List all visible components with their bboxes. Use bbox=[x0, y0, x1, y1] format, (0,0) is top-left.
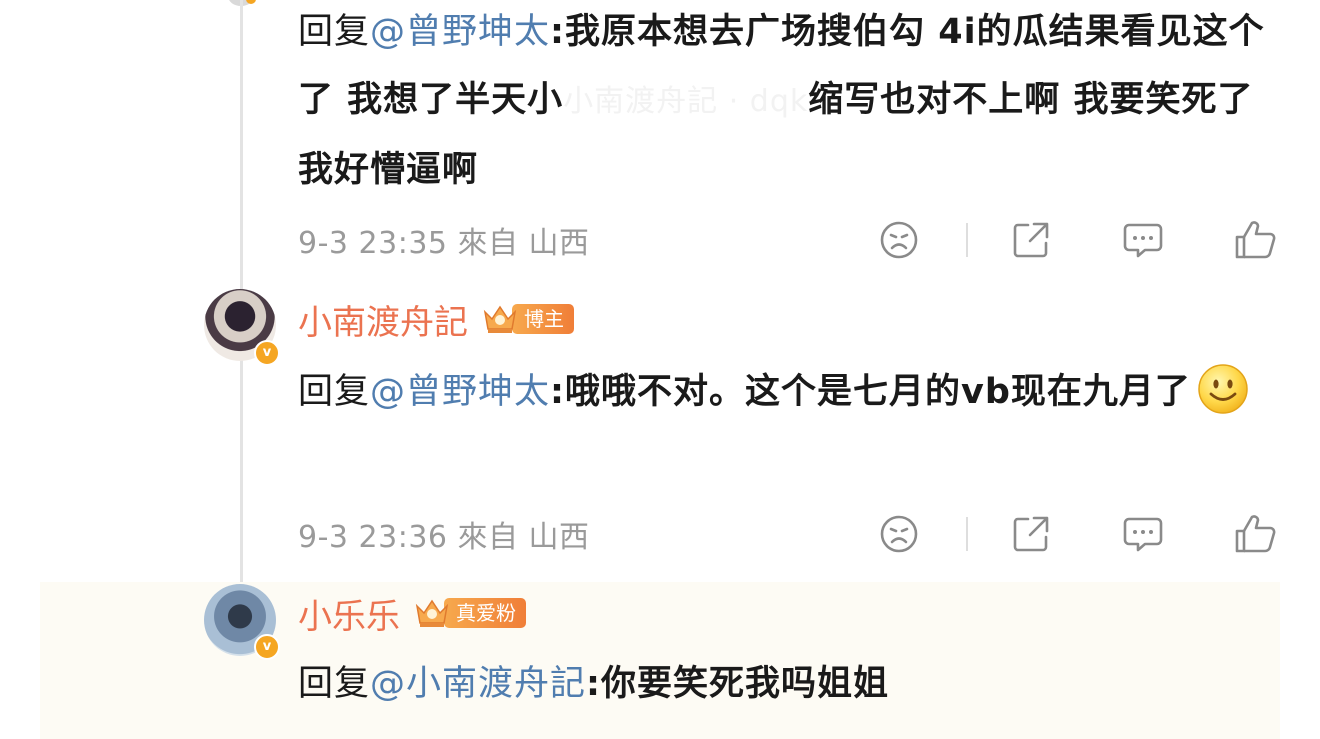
comment-actions bbox=[876, 217, 1278, 263]
comment-meta: 9-3 23:36 來自 山西 bbox=[298, 511, 1278, 557]
comment-icon[interactable] bbox=[1120, 217, 1166, 263]
username[interactable]: 小乐乐 bbox=[298, 589, 400, 638]
comment-header: 小乐乐 真爱粉 bbox=[298, 588, 526, 638]
divider bbox=[966, 223, 968, 257]
mention-link[interactable]: @小南渡舟記 bbox=[370, 664, 586, 704]
dislike-icon[interactable] bbox=[876, 217, 922, 263]
share-icon[interactable] bbox=[1008, 511, 1054, 557]
comment-time: 9-3 23:35 來自 山西 bbox=[298, 226, 590, 261]
comment-body: 回复@小南渡舟記:你要笑死我吗姐姐 bbox=[298, 664, 890, 704]
comment-actions bbox=[876, 511, 1278, 557]
comment-text: :哦哦不对。这个是七月的vb现在九月了 bbox=[550, 372, 1191, 412]
smile-emoji-icon bbox=[1197, 363, 1249, 415]
mention-link[interactable]: @曾野坤太 bbox=[370, 372, 550, 412]
comment-text: :你要笑死我吗姐姐 bbox=[586, 664, 890, 704]
user-tag-badge: 博主 bbox=[512, 304, 574, 334]
username[interactable]: 小南渡舟記 bbox=[298, 295, 468, 344]
comment-body: 回复@曾野坤太:我原本想去广场搜伯勾 4i的瓜结果看见这个了 我想了半天小小南渡… bbox=[298, 12, 1265, 190]
comment-meta: 9-3 23:35 來自 山西 bbox=[298, 217, 1278, 263]
share-icon[interactable] bbox=[1008, 217, 1054, 263]
divider bbox=[966, 517, 968, 551]
comment-time: 9-3 23:36 來自 山西 bbox=[298, 520, 590, 555]
crown-icon bbox=[414, 596, 450, 630]
mention-link[interactable]: @曾野坤太 bbox=[370, 12, 550, 52]
like-icon[interactable] bbox=[1232, 217, 1278, 263]
comment-header: 小南渡舟記 博主 bbox=[298, 294, 574, 344]
dislike-icon[interactable] bbox=[876, 511, 922, 557]
like-icon[interactable] bbox=[1232, 511, 1278, 557]
comment-icon[interactable] bbox=[1120, 511, 1166, 557]
comment-body: 回复@曾野坤太:哦哦不对。这个是七月的vb现在九月了 bbox=[298, 358, 1283, 426]
crown-icon bbox=[482, 302, 518, 336]
verified-badge: v bbox=[254, 634, 280, 660]
watermark-text: 小南渡舟記 · dqk bbox=[563, 84, 809, 119]
user-tag-badge: 真爱粉 bbox=[444, 598, 526, 628]
verified-badge: v bbox=[254, 340, 280, 366]
